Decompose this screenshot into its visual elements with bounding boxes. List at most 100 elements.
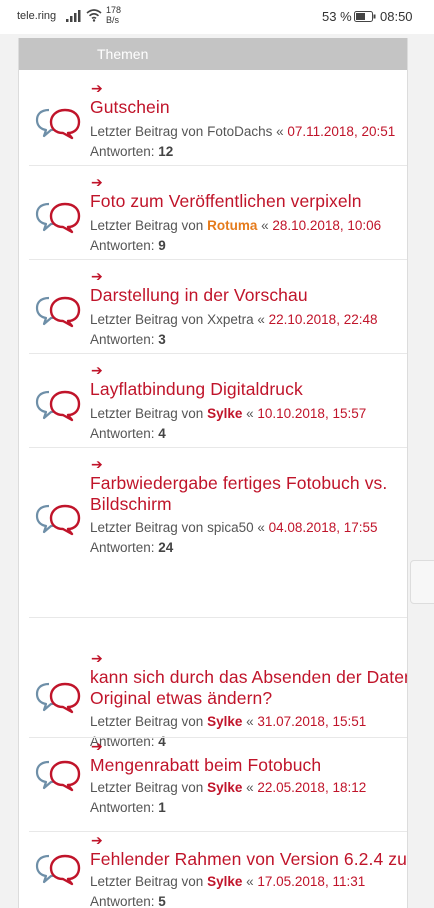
replies-label: Antworten: bbox=[90, 426, 159, 441]
replies-label: Antworten: bbox=[90, 144, 159, 159]
speech-bubbles-icon bbox=[35, 294, 81, 328]
arrow-right-icon[interactable]: ➔ bbox=[91, 80, 103, 97]
last-post-date-link[interactable]: 28.10.2018, 10:06 bbox=[272, 218, 381, 233]
arrow-right-icon[interactable]: ➔ bbox=[91, 268, 103, 285]
panel-title: Themen bbox=[97, 46, 149, 62]
speech-bubbles-icon bbox=[35, 106, 81, 140]
replies-label: Antworten: bbox=[90, 238, 159, 253]
arrow-right-icon[interactable]: ➔ bbox=[91, 362, 103, 379]
arrow-right-icon[interactable]: ➔ bbox=[91, 738, 103, 755]
replies-value: 24 bbox=[158, 540, 174, 555]
speech-bubbles-icon bbox=[35, 502, 81, 536]
last-post-label: Letzter Beitrag von bbox=[90, 218, 208, 233]
wifi-icon bbox=[86, 9, 102, 25]
topic-row[interactable]: ➔ Fehlender Rahmen von Version 6.2.4 zu 6… bbox=[19, 832, 407, 908]
author-link[interactable]: Sylke bbox=[207, 780, 242, 795]
author-link[interactable]: FotoDachs bbox=[207, 124, 272, 139]
topic-title-link[interactable]: Farbwiedergabe fertiges Fotobuch vs. Bil… bbox=[90, 473, 407, 515]
separator: « bbox=[253, 520, 269, 535]
replies-value: 9 bbox=[158, 238, 166, 253]
last-post-info: Letzter Beitrag von spica50 « 04.08.2018… bbox=[90, 520, 378, 535]
topic-title-link[interactable]: Foto zum Veröffentlichen verpixeln bbox=[90, 191, 407, 212]
topic-title-link[interactable]: Gutschein bbox=[90, 97, 407, 118]
arrow-right-icon[interactable]: ➔ bbox=[91, 174, 103, 191]
separator: « bbox=[242, 714, 258, 729]
last-post-label: Letzter Beitrag von bbox=[90, 312, 208, 327]
replies-value: 3 bbox=[158, 332, 166, 347]
topic-row[interactable]: ➔ Darstellung in der Vorschau Letzter Beit… bbox=[19, 260, 407, 354]
last-post-info: Letzter Beitrag von Sylke « 10.10.2018, … bbox=[90, 406, 366, 421]
author-link[interactable]: Sylke bbox=[207, 714, 242, 729]
scroll-handle[interactable] bbox=[410, 560, 434, 604]
speed-value: 178 bbox=[106, 5, 122, 15]
network-speed: 178 B/s bbox=[106, 5, 121, 25]
topic-row[interactable]: ➔ Foto zum Veröffentlichen verpixeln Letzt… bbox=[19, 166, 407, 260]
last-post-label: Letzter Beitrag von bbox=[90, 714, 208, 729]
topic-title-link[interactable]: Layflatbindung Digitaldruck bbox=[90, 379, 407, 400]
last-post-label: Letzter Beitrag von bbox=[90, 874, 208, 889]
author-link[interactable]: Sylke bbox=[207, 874, 242, 889]
topic-list-panel: Themen ➔ Gutschein Letzter Beitrag von Fot… bbox=[18, 38, 408, 908]
last-post-date-link[interactable]: 22.05.2018, 18:12 bbox=[257, 780, 366, 795]
author-link[interactable]: spica50 bbox=[207, 520, 254, 535]
speech-bubbles-icon bbox=[35, 758, 81, 792]
speed-unit: B/s bbox=[106, 15, 120, 25]
separator: « bbox=[242, 780, 258, 795]
last-post-date-link[interactable]: 22.10.2018, 22:48 bbox=[269, 312, 378, 327]
author-link[interactable]: Xxpetra bbox=[207, 312, 254, 327]
last-post-date-link[interactable]: 10.10.2018, 15:57 bbox=[257, 406, 366, 421]
separator: « bbox=[242, 874, 258, 889]
separator: « bbox=[257, 218, 273, 233]
last-post-date-link[interactable]: 07.11.2018, 20:51 bbox=[287, 124, 395, 139]
clock: 08:50 bbox=[380, 9, 413, 24]
arrow-right-icon[interactable]: ➔ bbox=[91, 456, 103, 473]
last-post-info: Letzter Beitrag von Xxpetra « 22.10.2018… bbox=[90, 312, 377, 327]
last-post-label: Letzter Beitrag von bbox=[90, 780, 208, 795]
topic-row[interactable]: ➔ Farbwiedergabe fertiges Fotobuch vs. Bi… bbox=[19, 448, 407, 618]
author-link[interactable]: Rotuma bbox=[207, 218, 257, 233]
topic-row[interactable]: ➔ kann sich durch das Absenden der Daten … bbox=[19, 618, 407, 749]
speech-bubbles-icon bbox=[35, 200, 81, 234]
last-post-date-link[interactable]: 04.08.2018, 17:55 bbox=[269, 520, 378, 535]
topic-title-link[interactable]: kann sich durch das Absenden der Daten O… bbox=[90, 667, 407, 709]
arrow-right-icon[interactable]: ➔ bbox=[91, 650, 103, 667]
panel-header: Themen bbox=[19, 38, 407, 70]
replies-label: Antworten: bbox=[90, 894, 159, 908]
topic-row[interactable]: ➔ Mengenrabatt beim Fotobuch Letzter Beitr… bbox=[19, 738, 407, 832]
topic-title-link[interactable]: Fehlender Rahmen von Version 6.2.4 zu 6 bbox=[90, 849, 407, 870]
battery-percent: 53 % bbox=[322, 9, 352, 24]
replies-count: Antworten: 3 bbox=[90, 332, 166, 347]
topic-row[interactable]: ➔ Gutschein Letzter Beitrag von FotoDachs … bbox=[19, 72, 407, 166]
replies-value: 5 bbox=[158, 894, 166, 908]
author-link[interactable]: Sylke bbox=[207, 406, 242, 421]
replies-count: Antworten: 5 bbox=[90, 894, 166, 908]
last-post-info: Letzter Beitrag von Sylke « 22.05.2018, … bbox=[90, 780, 366, 795]
last-post-date-link[interactable]: 17.05.2018, 11:31 bbox=[257, 874, 365, 889]
replies-label: Antworten: bbox=[90, 332, 159, 347]
replies-count: Antworten: 24 bbox=[90, 540, 173, 555]
speech-bubbles-icon bbox=[35, 852, 81, 886]
separator: « bbox=[253, 312, 269, 327]
speech-bubbles-icon bbox=[35, 680, 81, 714]
signal-icon bbox=[66, 10, 82, 25]
last-post-info: Letzter Beitrag von FotoDachs « 07.11.20… bbox=[90, 124, 395, 139]
last-post-label: Letzter Beitrag von bbox=[90, 124, 208, 139]
replies-value: 12 bbox=[158, 144, 174, 159]
last-post-date-link[interactable]: 31.07.2018, 15:51 bbox=[257, 714, 366, 729]
topic-title-link[interactable]: Darstellung in der Vorschau bbox=[90, 285, 407, 306]
separator: « bbox=[272, 124, 288, 139]
arrow-right-icon[interactable]: ➔ bbox=[91, 832, 103, 849]
battery-icon bbox=[354, 11, 376, 25]
replies-count: Antworten: 4 bbox=[90, 426, 166, 441]
topic-row[interactable]: ➔ Layflatbindung Digitaldruck Letzter Beit… bbox=[19, 354, 407, 448]
replies-count: Antworten: 9 bbox=[90, 238, 166, 253]
status-bar: tele.ring 178 B/s 53 % 08:50 bbox=[0, 0, 434, 34]
last-post-info: Letzter Beitrag von Rotuma « 28.10.2018,… bbox=[90, 218, 381, 233]
separator: « bbox=[242, 406, 258, 421]
replies-value: 4 bbox=[158, 426, 166, 441]
last-post-label: Letzter Beitrag von bbox=[90, 406, 208, 421]
replies-value: 1 bbox=[158, 800, 166, 815]
carrier-label: tele.ring bbox=[17, 10, 57, 22]
last-post-label: Letzter Beitrag von bbox=[90, 520, 208, 535]
topic-title-link[interactable]: Mengenrabatt beim Fotobuch bbox=[90, 755, 407, 776]
